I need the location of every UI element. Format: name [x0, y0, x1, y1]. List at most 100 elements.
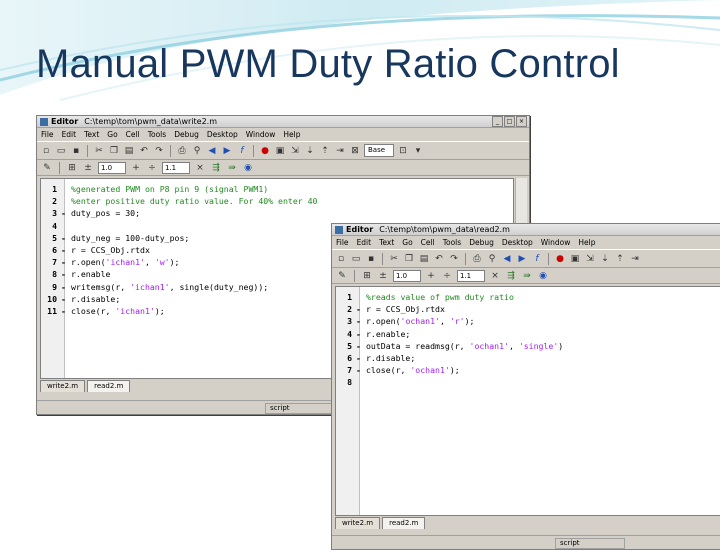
menu-go[interactable]: Go — [107, 130, 117, 139]
minimize-icon[interactable]: _ — [492, 116, 503, 127]
menu-file[interactable]: File — [336, 238, 349, 247]
back-arrow-icon[interactable]: ◀ — [206, 145, 218, 157]
code-line[interactable]: 8 — [336, 376, 720, 388]
breakpoint-marker[interactable]: - — [356, 364, 361, 376]
step-in-icon[interactable]: ⇣ — [599, 253, 611, 265]
save-icon[interactable]: ▪ — [70, 145, 82, 157]
breakpoint-marker[interactable]: - — [61, 305, 66, 317]
exit-debug-icon[interactable]: ⊠ — [349, 145, 361, 157]
back-arrow-icon[interactable]: ◀ — [501, 253, 513, 265]
code-line[interactable]: 7- close(r, 'ochan1'); — [336, 364, 720, 376]
menu-file[interactable]: File — [41, 130, 54, 139]
breakpoint-marker[interactable]: - — [356, 328, 361, 340]
print-icon[interactable]: ⎙ — [471, 253, 483, 265]
increment-icon[interactable]: ± — [82, 162, 94, 174]
redo-icon[interactable]: ↷ — [448, 253, 460, 265]
breakpoint-marker[interactable]: - — [61, 293, 66, 305]
close-icon[interactable]: × — [516, 116, 527, 127]
print-icon[interactable]: ⎙ — [176, 145, 188, 157]
menu-help[interactable]: Help — [578, 238, 595, 247]
menu-text[interactable]: Text — [379, 238, 394, 247]
undo-icon[interactable]: ↶ — [138, 145, 150, 157]
cell-value-input-1[interactable]: 1.0 — [98, 161, 126, 174]
open-folder-icon[interactable]: ▭ — [55, 145, 67, 157]
menu-window[interactable]: Window — [541, 238, 571, 247]
menu-help[interactable]: Help — [283, 130, 300, 139]
add-icon[interactable]: + — [130, 162, 142, 174]
find-binoculars-icon[interactable]: ⚲ — [191, 145, 203, 157]
breakpoint-marker[interactable]: - — [61, 256, 66, 268]
set-breakpoint-icon[interactable]: ● — [259, 145, 271, 157]
code-line[interactable]: 6- r.disable; — [336, 352, 720, 364]
cell-mode-icon[interactable]: ✎ — [336, 270, 348, 282]
redo-icon[interactable]: ↷ — [153, 145, 165, 157]
menu-tools[interactable]: Tools — [148, 130, 166, 139]
breakpoint-marker[interactable]: - — [61, 268, 66, 280]
breakpoint-marker[interactable]: - — [61, 232, 66, 244]
menu-debug[interactable]: Debug — [174, 130, 199, 139]
tab-read2[interactable]: read2.m — [382, 517, 426, 529]
evaluate-advance-icon[interactable]: ⇛ — [226, 162, 238, 174]
menu-text[interactable]: Text — [84, 130, 99, 139]
save-icon[interactable]: ▪ — [365, 253, 377, 265]
step-out-icon[interactable]: ⇡ — [319, 145, 331, 157]
stack-select[interactable]: Base — [364, 144, 394, 157]
clear-breakpoints-icon[interactable]: ▣ — [569, 253, 581, 265]
window-titlebar[interactable]: Editor C:\temp\tom\pwm_data\write2.m _ □… — [37, 116, 529, 128]
multiply-icon[interactable]: × — [194, 162, 206, 174]
menu-tools[interactable]: Tools — [443, 238, 461, 247]
find-binoculars-icon[interactable]: ⚲ — [486, 253, 498, 265]
paste-icon[interactable]: ▤ — [418, 253, 430, 265]
menu-debug[interactable]: Debug — [469, 238, 494, 247]
clear-breakpoints-icon[interactable]: ▣ — [274, 145, 286, 157]
cell-mode-icon[interactable]: ✎ — [41, 162, 53, 174]
publish-icon[interactable]: ◉ — [242, 162, 254, 174]
step-icon[interactable]: ⇲ — [584, 253, 596, 265]
forward-arrow-icon[interactable]: ▶ — [221, 145, 233, 157]
evaluate-cell-icon[interactable]: ⇶ — [210, 162, 222, 174]
code-editor[interactable]: 1 %reads value of pwm duty ratio 2- r = CCS… — [335, 286, 720, 516]
breakpoint-marker[interactable]: - — [61, 244, 66, 256]
multiply-icon[interactable]: × — [489, 270, 501, 282]
insert-cell-divider-icon[interactable]: ⊞ — [66, 162, 78, 174]
code-line[interactable]: 1 %generated PWM on P8 pin 9 (signal PWM1… — [41, 183, 513, 195]
evaluate-advance-icon[interactable]: ⇛ — [521, 270, 533, 282]
code-line[interactable]: 4- r.enable; — [336, 328, 720, 340]
dropdown-icon[interactable]: ▾ — [412, 145, 424, 157]
insert-cell-divider-icon[interactable]: ⊞ — [361, 270, 373, 282]
cut-icon[interactable]: ✂ — [93, 145, 105, 157]
new-file-icon[interactable]: ▫ — [335, 253, 347, 265]
cell-value-input-1[interactable]: 1.0 — [393, 269, 421, 282]
copy-icon[interactable]: ❐ — [403, 253, 415, 265]
cell-value-input-2[interactable]: 1.1 — [162, 161, 190, 174]
function-icon[interactable]: f — [531, 253, 543, 265]
code-line[interactable]: 3- duty_pos = 30; — [41, 207, 513, 219]
window-titlebar[interactable]: Editor C:\temp\tom\pwm_data\read2.m — [332, 224, 720, 236]
breakpoint-marker[interactable]: - — [356, 303, 361, 315]
paste-icon[interactable]: ▤ — [123, 145, 135, 157]
cell-value-input-2[interactable]: 1.1 — [457, 269, 485, 282]
new-file-icon[interactable]: ▫ — [40, 145, 52, 157]
menu-go[interactable]: Go — [402, 238, 412, 247]
breakpoint-marker[interactable]: - — [356, 352, 361, 364]
divide-icon[interactable]: ÷ — [441, 270, 453, 282]
menu-desktop[interactable]: Desktop — [207, 130, 238, 139]
undo-icon[interactable]: ↶ — [433, 253, 445, 265]
step-icon[interactable]: ⇲ — [289, 145, 301, 157]
function-icon[interactable]: f — [236, 145, 248, 157]
step-in-icon[interactable]: ⇣ — [304, 145, 316, 157]
tab-write2[interactable]: write2.m — [335, 517, 381, 529]
dock-icon[interactable]: ⊡ — [397, 145, 409, 157]
continue-icon[interactable]: ⇥ — [629, 253, 641, 265]
code-line[interactable]: 2 %enter positive duty ratio value. For 4… — [41, 195, 513, 207]
menu-cell[interactable]: Cell — [421, 238, 435, 247]
maximize-icon[interactable]: □ — [504, 116, 515, 127]
menu-edit[interactable]: Edit — [357, 238, 372, 247]
publish-icon[interactable]: ◉ — [537, 270, 549, 282]
menu-cell[interactable]: Cell — [126, 130, 140, 139]
tab-write2[interactable]: write2.m — [40, 380, 86, 392]
breakpoint-marker[interactable]: - — [356, 340, 361, 352]
breakpoint-marker[interactable]: - — [61, 281, 66, 293]
menu-edit[interactable]: Edit — [62, 130, 77, 139]
increment-icon[interactable]: ± — [377, 270, 389, 282]
